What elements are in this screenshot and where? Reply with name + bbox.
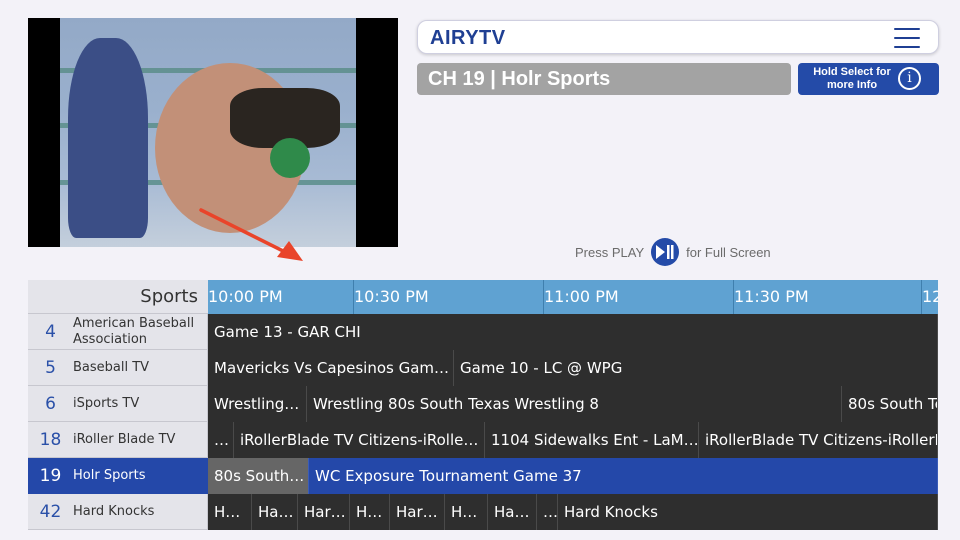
channel-cell[interactable]: 6 iSports TV — [28, 386, 208, 422]
channel-row-42[interactable]: 42 Hard Knocks H… Ha… Har… H… Har… H… Ha…… Hard K… — [28, 494, 938, 530]
program-item[interactable]: Har… — [390, 494, 445, 530]
play-hint-after: for Full Screen — [686, 244, 771, 260]
channel-name: iSports TV — [73, 396, 140, 411]
info-icon: i — [898, 67, 921, 90]
more-info-button[interactable]: Hold Select for more Info i — [798, 63, 939, 95]
program-item[interactable]: H… — [350, 494, 390, 530]
wrestler-boot — [270, 138, 310, 178]
program-strip: 80s South… WC Exposure Tournament Game 37 — [208, 458, 938, 494]
channel-name: Holr Sports — [73, 468, 146, 483]
channel-name: Baseball TV — [73, 360, 150, 375]
more-info-label: Hold Select for more Info — [813, 66, 891, 91]
channel-row-19[interactable]: 19 Holr Sports 80s South… WC Exposure Tourn… — [28, 458, 938, 494]
channel-row-6[interactable]: 6 iSports TV Wrestling… Wrestling 80s South… — [28, 386, 938, 422]
program-item[interactable]: Wrestling 80s South Texas Wrestling 8 — [307, 386, 842, 422]
now-playing-title: CH 19 | Holr Sports — [417, 63, 791, 95]
channel-number: 18 — [39, 430, 62, 450]
program-strip: H… Ha… Har… H… Har… H… Ha…… Hard Knocks — [208, 494, 938, 530]
program-item[interactable]: iRollerBlade TV Citizens-iRolle… — [234, 422, 485, 458]
channel-cell[interactable]: 5 Baseball TV — [28, 350, 208, 386]
program-item[interactable]: Ha… — [252, 494, 298, 530]
channel-number: 5 — [45, 358, 56, 378]
channel-row-5[interactable]: 5 Baseball TV Mavericks Vs Capesinos Gam… G… — [28, 350, 938, 386]
program-item[interactable]: Hard Knocks — [558, 494, 938, 530]
play-hint-before: Press PLAY — [575, 244, 645, 260]
program-item[interactable]: WC Exposure Tournament Game 37 — [309, 458, 938, 494]
program-item[interactable]: 1104 Sidewalks Ent - LaM… — [485, 422, 699, 458]
program-guide: Sports 10:00 PM 10:30 PM 11:00 PM 11:30 PM 1… — [28, 280, 938, 530]
program-item[interactable]: Ha… — [488, 494, 537, 530]
fullscreen-hint: Press PLAY for Full Screen — [575, 238, 771, 266]
channel-number: 19 — [39, 466, 62, 486]
time-slot: 10:00 PM — [208, 287, 283, 306]
channel-cell[interactable]: 4 American Baseball Association — [28, 314, 208, 350]
channel-number: 4 — [45, 322, 56, 342]
program-item[interactable]: Har… — [298, 494, 350, 530]
timeline-bar: 10:00 PM 10:30 PM 11:00 PM 11:30 PM 12 — [208, 280, 938, 314]
program-item[interactable]: Mavericks Vs Capesinos Gam… — [208, 350, 454, 386]
channel-number: 42 — [39, 502, 62, 522]
program-item[interactable]: 80s South Te — [842, 386, 938, 422]
channel-name: iRoller Blade TV — [73, 432, 176, 447]
program-strip: Game 13 - GAR CHI — [208, 314, 938, 350]
category-label[interactable]: Sports — [28, 280, 208, 314]
program-item[interactable]: Wrestling… — [208, 386, 307, 422]
referee-figure — [68, 38, 148, 238]
play-pause-icon — [651, 238, 680, 266]
program-item[interactable]: … — [208, 422, 234, 458]
airytv-logo: AIRYTV — [430, 27, 506, 49]
channel-cell[interactable]: 19 Holr Sports — [28, 458, 208, 494]
time-slot: 12 — [921, 280, 938, 314]
hamburger-menu-icon[interactable] — [894, 28, 920, 48]
program-item[interactable]: Game 10 - LC @ WPG — [454, 350, 938, 386]
program-item[interactable]: H… — [445, 494, 488, 530]
channel-cell[interactable]: 18 iRoller Blade TV — [28, 422, 208, 458]
program-item[interactable]: iRollerBlade TV Citizens-iRollerB — [699, 422, 938, 458]
channel-row-18[interactable]: 18 iRoller Blade TV… iRollerBlade TV Citiz… — [28, 422, 938, 458]
program-item[interactable]: … — [537, 494, 558, 530]
video-preview[interactable] — [28, 18, 398, 247]
channel-cell[interactable]: 42 Hard Knocks — [28, 494, 208, 530]
video-frame — [60, 18, 356, 247]
brand-bar: AIRYTV — [417, 20, 939, 54]
program-item[interactable]: H… — [208, 494, 252, 530]
program-strip: … iRollerBlade TV Citizens-iRolle… 1104 Si… — [208, 422, 938, 458]
channel-name: Hard Knocks — [73, 504, 155, 519]
channel-row-4[interactable]: 4 American Baseball Association Game 13 - … — [28, 314, 938, 350]
time-slot: 11:00 PM — [543, 280, 619, 314]
channel-name: American Baseball Association — [73, 316, 195, 347]
guide-header: Sports 10:00 PM 10:30 PM 11:00 PM 11:30 PM 1… — [28, 280, 938, 314]
program-strip: Mavericks Vs Capesinos Gam… Game 10 - LC … — [208, 350, 938, 386]
time-slot: 10:30 PM — [353, 280, 429, 314]
program-item[interactable]: Game 13 - GAR CHI — [208, 314, 938, 350]
program-strip: Wrestling… Wrestling 80s South Texas Wres… — [208, 386, 938, 422]
time-slot: 11:30 PM — [733, 280, 809, 314]
program-item[interactable]: 80s South… — [208, 458, 309, 494]
channel-number: 6 — [45, 394, 56, 414]
